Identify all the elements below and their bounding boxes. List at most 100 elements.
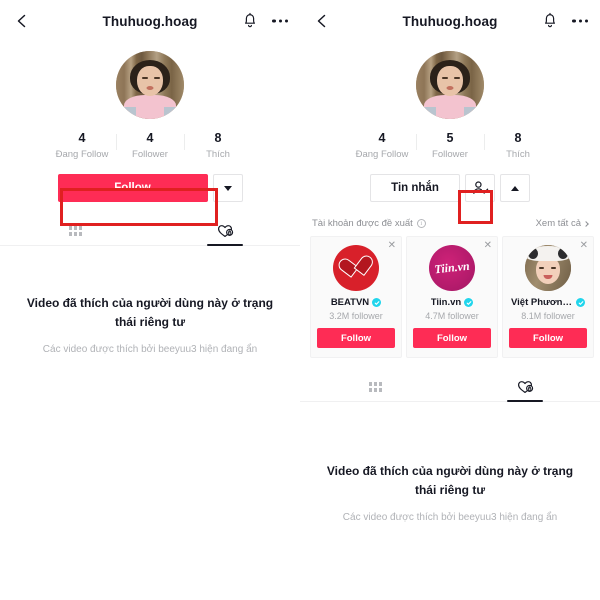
right-tab-bar	[300, 372, 600, 402]
avatar-face	[536, 257, 560, 284]
empty-title: Video đã thích của người dùng này ở trạn…	[326, 464, 574, 497]
close-icon[interactable]: ✕	[388, 241, 396, 251]
tiin-avatar[interactable]: Tiin.vn	[429, 245, 475, 291]
suggested-accounts-section: Tài khoản được đề xuất i Xem tất cả ✕ BE…	[300, 218, 600, 358]
empty-subtitle: Các video được thích bởi beeyuu3 hiện đa…	[42, 344, 258, 355]
follow-button[interactable]: Follow	[57, 174, 208, 202]
heart-logo-icon	[344, 256, 369, 281]
card-name-row: BEATVN	[330, 297, 382, 308]
stat-label: Thích	[506, 149, 530, 160]
chevron-right-icon	[583, 220, 589, 227]
back-icon[interactable]	[14, 13, 30, 29]
avatar-eye-left	[142, 77, 148, 79]
right-header-actions	[542, 12, 588, 30]
suggested-header: Tài khoản được đề xuất i Xem tất cả	[310, 218, 590, 236]
card-follow-button[interactable]: Follow	[509, 328, 587, 348]
stat-likes[interactable]: 8 Thích	[484, 131, 552, 161]
close-icon[interactable]: ✕	[484, 241, 492, 251]
account-name: BEATVN	[330, 297, 370, 308]
avatar[interactable]	[116, 51, 184, 119]
suggested-card[interactable]: ✕ BEATVN 3.2M follower Follow	[310, 236, 402, 358]
avatar-eye-left	[539, 267, 544, 269]
suggested-card[interactable]: ✕ Việt Phương Th...	[502, 236, 594, 358]
suggested-users-button[interactable]	[465, 174, 495, 202]
stat-followers[interactable]: 5 Follower	[416, 131, 484, 161]
suggested-title: Tài khoản được đề xuất	[312, 218, 413, 229]
heart-lock-icon	[517, 381, 533, 393]
see-all-link[interactable]: Xem tất cả	[535, 218, 589, 229]
left-empty-state: Video đã thích của người dùng này ở trạn…	[0, 294, 300, 357]
suggested-title-wrap: Tài khoản được đề xuất i	[312, 218, 426, 229]
avatar[interactable]	[416, 51, 484, 119]
tab-videos[interactable]	[300, 372, 450, 401]
avatar-face	[437, 66, 463, 96]
see-all-label: Xem tất cả	[535, 218, 581, 229]
collapse-suggestions-button[interactable]	[500, 174, 530, 202]
heart-lock-icon	[217, 225, 233, 237]
chevron-down-icon	[223, 185, 232, 191]
left-tab-bar	[0, 216, 300, 246]
grid-icon	[368, 381, 382, 392]
back-icon[interactable]	[314, 13, 330, 29]
stat-label: Follower	[132, 149, 168, 160]
left-action-row: Follow	[0, 174, 300, 202]
person-check-icon	[472, 181, 488, 194]
more-options-icon[interactable]	[272, 19, 288, 23]
avatar-mouth	[146, 86, 154, 90]
stat-label: Đang Follow	[55, 149, 109, 160]
viet-phuong-avatar[interactable]	[525, 245, 571, 291]
card-name-row: Việt Phương Th...	[511, 297, 585, 308]
stat-label: Đang Follow	[355, 149, 409, 160]
stat-value: 4	[78, 131, 86, 145]
message-button[interactable]: Tin nhắn	[370, 174, 460, 202]
stat-following[interactable]: 4 Đang Follow	[348, 131, 416, 161]
tab-liked[interactable]	[450, 372, 600, 402]
avatar-shoulder-left	[124, 107, 136, 119]
bell-icon[interactable]	[542, 12, 558, 30]
avatar-eye-left	[442, 77, 448, 79]
left-header-actions	[242, 12, 288, 30]
card-follow-button[interactable]: Follow	[413, 328, 491, 348]
avatar-eye-right	[454, 77, 460, 79]
right-action-row: Tin nhắn	[300, 174, 600, 202]
stat-followers[interactable]: 4 Follower	[116, 131, 184, 161]
stat-value: 8	[214, 131, 222, 145]
more-dropdown-button[interactable]	[212, 174, 243, 202]
follower-count: 4.7M follower	[425, 311, 479, 321]
right-stats-row: 4 Đang Follow 5 Follower 8 Thích	[300, 131, 600, 161]
stat-label: Thích	[206, 149, 230, 160]
tab-liked[interactable]	[150, 216, 300, 246]
avatar-headband	[526, 246, 570, 261]
chevron-up-icon	[511, 185, 519, 191]
right-avatar-wrap	[300, 51, 600, 119]
more-options-icon[interactable]	[572, 19, 588, 23]
stat-value: 8	[514, 131, 522, 145]
left-stats-row: 4 Đang Follow 4 Follower 8 Thích	[0, 131, 300, 161]
right-header: Thuhuog.hoag	[300, 0, 600, 42]
avatar-face	[137, 66, 163, 96]
avatar-eye-right	[154, 77, 160, 79]
avatar-body	[424, 95, 476, 119]
account-name: Tiin.vn	[430, 297, 462, 308]
avatar-mouth	[446, 86, 454, 90]
page-title: Thuhuog.hoag	[402, 13, 498, 29]
beatvn-avatar[interactable]	[333, 245, 379, 291]
left-phone-panel: Thuhuog.hoag 4 Đang Follow 4 Follower 8 …	[0, 0, 300, 600]
right-phone-panel: Thuhuog.hoag 4 Đang Follow 5 Follower 8 …	[300, 0, 600, 600]
grid-icon	[68, 225, 82, 236]
bell-icon[interactable]	[242, 12, 258, 30]
stat-likes[interactable]: 8 Thích	[184, 131, 252, 161]
active-tab-underline	[207, 244, 243, 246]
suggested-card[interactable]: ✕ Tiin.vn Tiin.vn 4.7M follower Follow	[406, 236, 498, 358]
follower-count: 8.1M follower	[521, 311, 575, 321]
empty-title: Video đã thích của người dùng này ở trạn…	[26, 296, 274, 329]
tab-videos[interactable]	[0, 216, 150, 245]
follower-count: 3.2M follower	[329, 311, 383, 321]
info-icon[interactable]: i	[416, 219, 426, 228]
verified-badge-icon	[464, 298, 474, 307]
card-name-row: Tiin.vn	[430, 297, 474, 308]
card-follow-button[interactable]: Follow	[317, 328, 395, 348]
active-tab-underline	[507, 400, 543, 402]
close-icon[interactable]: ✕	[580, 241, 588, 251]
stat-following[interactable]: 4 Đang Follow	[48, 131, 116, 161]
